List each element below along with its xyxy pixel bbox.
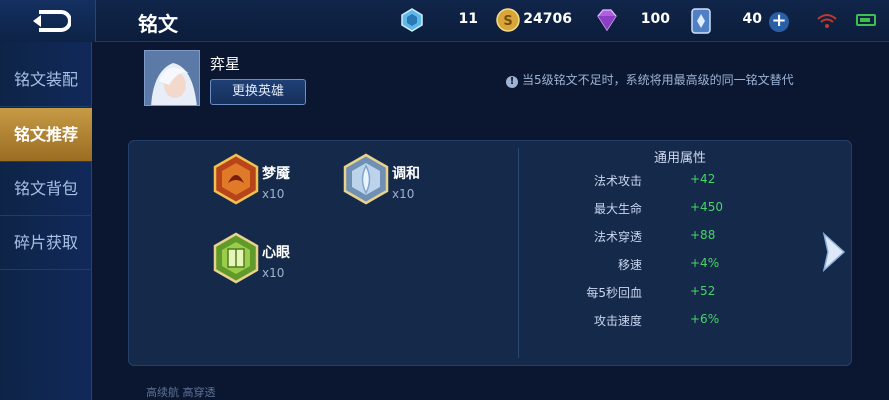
notice-text: ! 当5级铭文不足时，系统将用最高级的同一铭文替代 (506, 71, 794, 88)
rune-summary-text: 高续航 高穿透 (146, 386, 216, 399)
sidebar-item-label: 碎片获取 (13, 233, 78, 252)
info-icon: ! (506, 76, 518, 88)
rune-item-insight[interactable]: 心眼 x10 (212, 232, 352, 292)
sidebar-item-rune-equip[interactable]: 铭文装配 (0, 53, 92, 107)
sidebar-item-rune-recommend[interactable]: 铭文推荐 (0, 108, 92, 162)
sidebar-item-label: 铭文背包 (13, 179, 78, 198)
back-arrow-icon (33, 10, 71, 32)
svg-text:S: S (503, 14, 512, 29)
hero-avatar[interactable] (144, 50, 200, 106)
harmony-rune-icon (343, 153, 389, 205)
attribute-row: 法术攻击 +42 (593, 172, 716, 188)
hero-portrait-icon (145, 51, 199, 105)
rune-item-harmony[interactable]: 调和 x10 (342, 153, 482, 213)
battery-icon (856, 14, 876, 26)
change-hero-button[interactable]: 更换英雄 (210, 79, 306, 105)
diamond-icon (597, 9, 617, 32)
sidebar-item-rune-backpack[interactable]: 铭文背包 (0, 162, 92, 216)
insight-rune-icon (213, 232, 259, 284)
attribute-row: 攻击速度 +6% (593, 312, 720, 328)
diamond-counter: 100 (594, 8, 670, 34)
panel-divider (518, 148, 519, 358)
gold-coin-icon: S (496, 8, 520, 32)
nightmare-rune-icon (213, 153, 259, 205)
top-bar: 铭文 11 S 24706 100 40 + (0, 0, 889, 42)
voucher-counter: 40 (690, 8, 762, 34)
next-arrow-icon[interactable] (816, 230, 848, 274)
hero-name: 弈星 (210, 55, 241, 73)
recharge-plus-button[interactable]: + (769, 12, 789, 32)
crystal-counter: 11 (400, 8, 478, 34)
attributes-title: 通用属性 (654, 151, 707, 166)
wifi-icon (817, 14, 837, 28)
sidebar: 铭文装配 铭文推荐 铭文背包 碎片获取 (0, 42, 92, 400)
sidebar-item-label: 铭文装配 (13, 70, 78, 89)
rune-item-nightmare[interactable]: 梦魇 x10 (212, 153, 352, 213)
crystal-icon (401, 8, 423, 32)
attribute-row: 最大生命 +450 (593, 200, 723, 216)
attribute-row: 移速 +4% (617, 256, 720, 272)
sidebar-item-label: 铭文推荐 (13, 125, 78, 144)
page-title: 铭文 (138, 12, 178, 36)
sidebar-item-fragment-get[interactable]: 碎片获取 (0, 216, 92, 270)
gold-counter: S 24706 (496, 8, 572, 34)
voucher-icon (691, 8, 711, 34)
attribute-row: 法术穿透 +88 (593, 228, 716, 244)
back-button[interactable] (0, 0, 96, 42)
attribute-row: 每5秒回血 +52 (586, 284, 716, 300)
